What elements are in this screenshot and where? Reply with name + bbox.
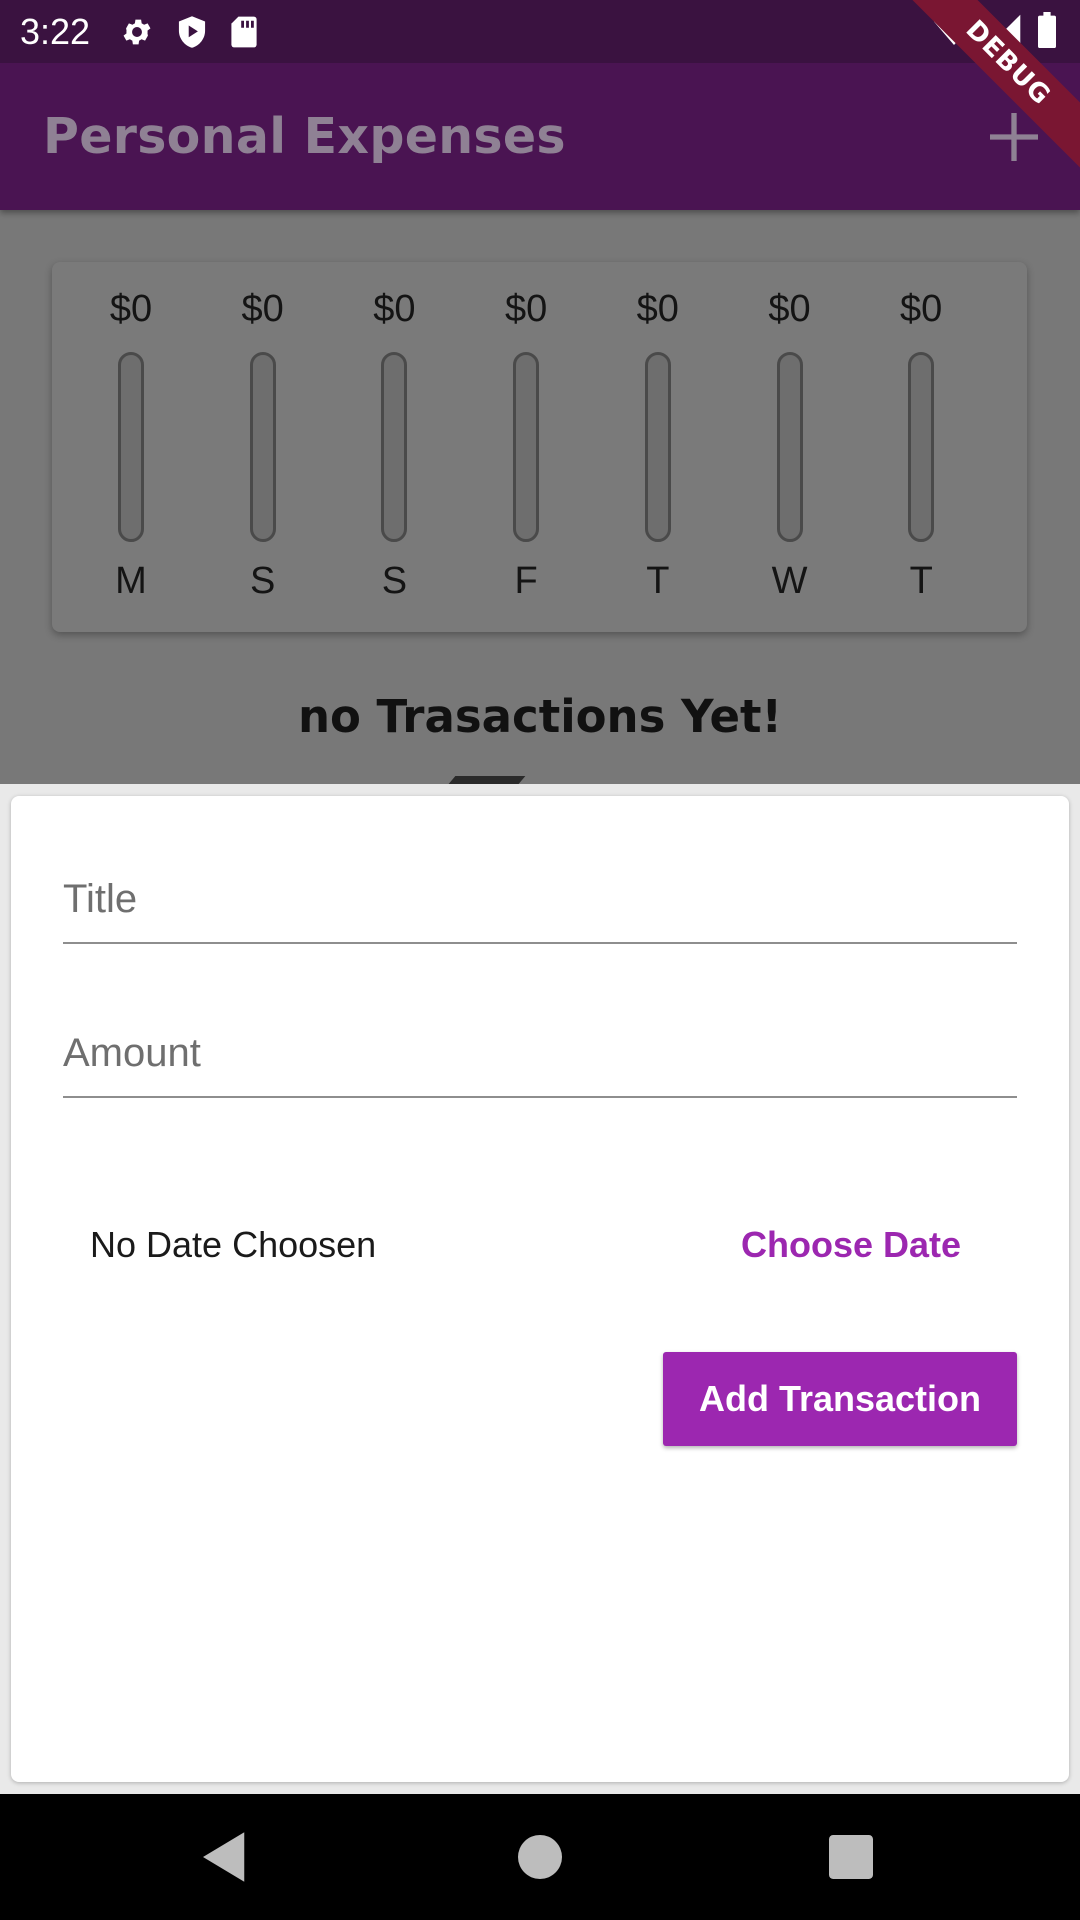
chart-bar-column: $0 S (339, 262, 449, 632)
bar-amount-label: $0 (373, 288, 416, 330)
empty-state-image (448, 776, 526, 784)
amount-input[interactable] (63, 1031, 1017, 1076)
back-icon[interactable] (192, 1824, 258, 1890)
bar-track (118, 352, 144, 542)
sd-card-icon (231, 16, 257, 47)
bar-day-label: T (646, 560, 670, 602)
chart-bar-column: $0 F (471, 262, 581, 632)
add-transaction-button[interactable]: Add Transaction (663, 1352, 1017, 1446)
new-transaction-sheet: No Date Choosen Choose Date Add Transact… (11, 796, 1069, 1782)
bar-day-label: T (909, 560, 933, 602)
scrim-body[interactable]: $0 M $0 S $0 S $0 F $0 T $0 W $0 T no Trasactions Yet… (0, 210, 1080, 784)
shield-play-icon (179, 15, 206, 48)
bar-day-label: W (771, 560, 808, 602)
app-title: Personal Expenses (43, 108, 566, 165)
bar-day-label: M (115, 560, 147, 602)
bar-day-label: S (250, 560, 276, 602)
settings-icon (123, 19, 151, 44)
weekly-chart-card: $0 M $0 S $0 S $0 F $0 T $0 W $0 T (52, 262, 1027, 632)
home-icon[interactable] (507, 1824, 573, 1890)
choose-date-button[interactable]: Choose Date (711, 1206, 991, 1284)
date-status-text: No Date Choosen (90, 1224, 377, 1265)
amount-field (63, 988, 1017, 1098)
recents-icon[interactable] (818, 1824, 884, 1890)
bar-track (776, 352, 803, 542)
chart-bar-column: $0 W (735, 262, 845, 632)
app-bar: Personal Expenses (0, 63, 1080, 210)
navigation-bar (0, 1794, 1080, 1920)
bar-track (644, 352, 671, 542)
chart-bar-column: $0 T (866, 262, 976, 632)
screen: 3:22 DEBUG Personal Expenses $0 M $0 S $… (0, 0, 1080, 1920)
battery-icon (1038, 12, 1056, 48)
status-bar: 3:22 (0, 0, 1080, 63)
bar-track (513, 352, 540, 542)
bar-track (381, 352, 408, 542)
bar-amount-label: $0 (504, 288, 548, 330)
empty-state-text: no Trasactions Yet! (297, 690, 783, 743)
chart-bar-column: $0 T (603, 262, 713, 632)
bar-amount-label: $0 (241, 288, 284, 330)
chart-bar-column: $0 S (208, 262, 318, 632)
chart-bar-column: $0 M (76, 262, 186, 632)
title-field (63, 834, 1017, 944)
bar-amount-label: $0 (900, 288, 943, 330)
bar-track (908, 352, 935, 542)
bar-track (249, 352, 276, 542)
status-time: 3:22 (20, 10, 91, 52)
status-icons-left (120, 15, 258, 49)
bar-day-label: F (514, 560, 538, 602)
bar-amount-label: $0 (768, 288, 811, 330)
title-input[interactable] (63, 877, 1017, 922)
bar-amount-label: $0 (109, 288, 153, 330)
bar-day-label: S (381, 560, 408, 602)
bar-amount-label: $0 (636, 288, 679, 330)
